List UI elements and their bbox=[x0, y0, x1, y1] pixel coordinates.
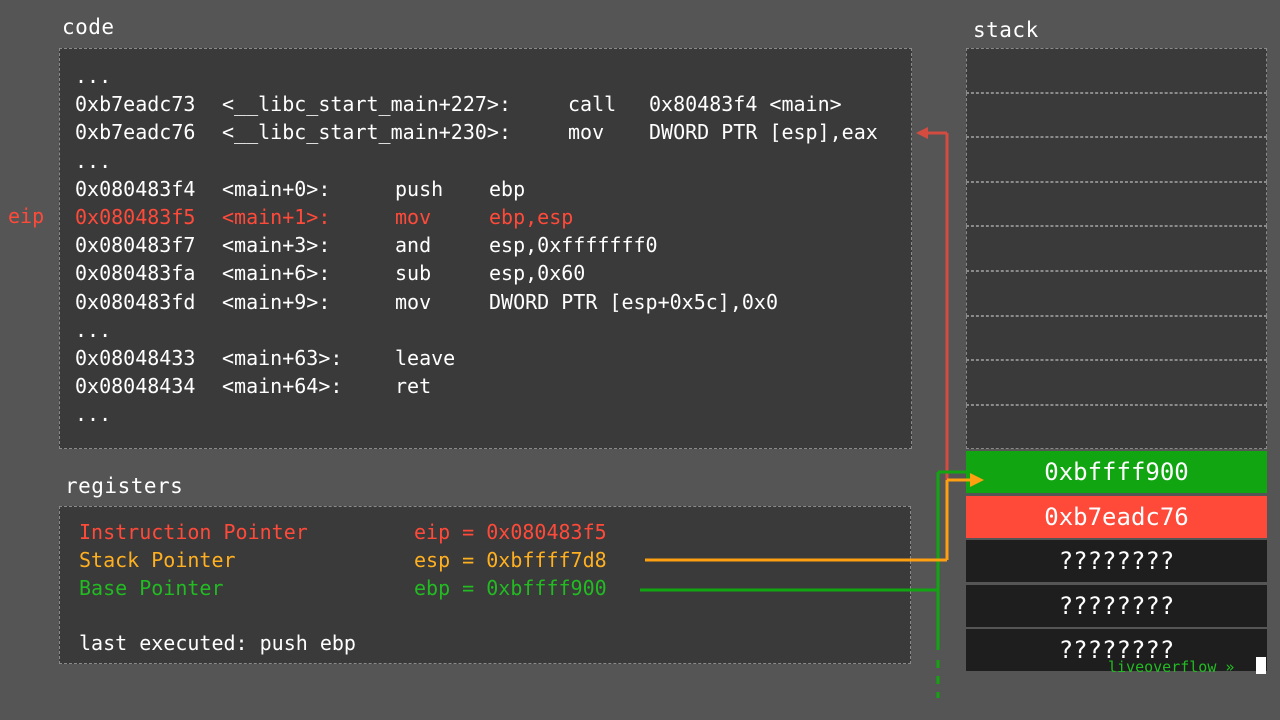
return-address-arrow bbox=[916, 127, 949, 500]
liveoverflow-watermark: liveoverflow » bbox=[1108, 658, 1235, 676]
terminal-cursor bbox=[1256, 657, 1266, 674]
ebp-arrow bbox=[640, 470, 966, 698]
pointer-arrows bbox=[640, 127, 984, 698]
esp-arrow bbox=[645, 473, 984, 562]
